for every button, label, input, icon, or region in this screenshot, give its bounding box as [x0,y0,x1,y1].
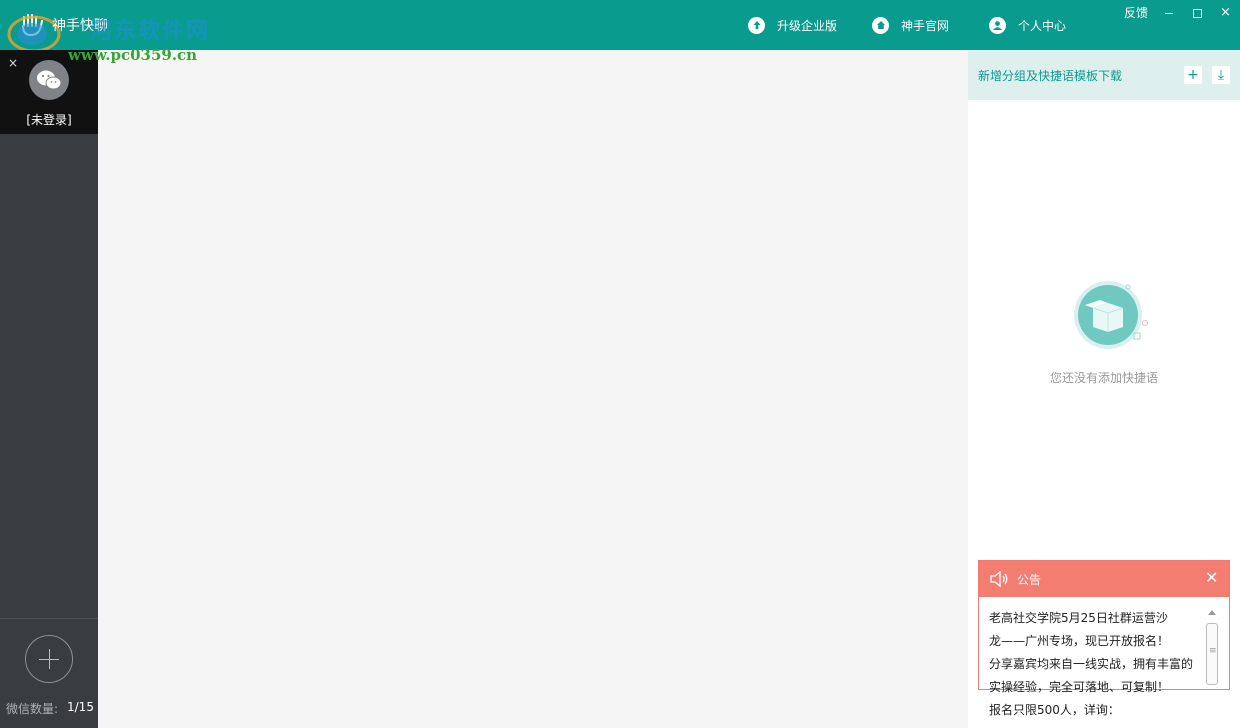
official-site-label: 神手官网 [901,18,950,33]
home-circle-icon [872,16,889,34]
sidebar-divider [0,618,98,619]
official-site-link[interactable]: 神手官网 [872,14,949,36]
account-close-button[interactable]: × [8,56,18,70]
feedback-button[interactable]: 反馈 [1124,6,1148,20]
wechat-count-value: 1/15 [67,700,94,714]
speaker-icon [990,570,1008,588]
watermark-url: www.pc0359.cn [68,46,198,64]
upgrade-enterprise-label: 升级企业版 [777,18,838,33]
template-download-link[interactable]: 新增分组及快捷语模板下载 [978,67,1122,84]
notice-line: 实操经验，完全可落地、可复制！ [989,680,1170,694]
notice-line: 报名只限500人，详询：13601964146 [989,703,1120,728]
maximize-button[interactable] [1193,9,1202,18]
arrow-up-circle-icon [748,16,765,34]
personal-center-link[interactable]: 个人中心 [989,14,1066,36]
watermark-text: 河东软件网 [90,19,211,44]
account-status-label: [未登录] [26,113,72,127]
chat-main-area [98,50,968,728]
user-circle-icon [989,16,1006,34]
wechat-avatar[interactable] [29,60,69,100]
upgrade-enterprise-link[interactable]: 升级企业版 [748,14,837,36]
minimize-button[interactable] [1163,6,1175,20]
quick-reply-header: 新增分组及快捷语模板下载 + ⤓ [968,50,1240,100]
wechat-count-label: 微信数量: [6,702,59,716]
download-template-button[interactable]: ⤓ [1212,66,1230,84]
account-sidebar: × [未登录] 微信数量: 1/15 [0,50,98,728]
add-group-button[interactable]: + [1184,66,1202,84]
notice-close-button[interactable]: ✕ [1205,570,1218,586]
notice-line: 老高社交学院5月25日社群运营沙 [989,611,1168,625]
add-account-button[interactable] [25,635,73,683]
notice-popup: 公告 ✕ 老高社交学院5月25日社群运营沙 龙——广州专场，现已开放报名！ 分享… [978,560,1230,728]
notice-line: 龙——广州专场，现已开放报名！ [989,634,1170,648]
notice-title: 公告 [1017,573,1042,587]
window-close-button[interactable]: × [1220,6,1231,20]
title-bar: 神手快聊 河东软件网 升级企业版 神手官网 个人中心 反馈 × [0,0,1240,53]
notice-header: 公告 ✕ [979,561,1229,597]
wechat-icon [37,70,62,90]
notice-body: 老高社交学院5月25日社群运营沙 龙——广州专场，现已开放报名！ 分享嘉宾均来自… [989,607,1199,728]
empty-quick-reply-text: 您还没有添加快捷语 [1049,371,1158,385]
notice-line: 分享嘉宾均来自一线实战，拥有丰富的 [989,657,1194,671]
notice-scrollbar[interactable] [1206,605,1218,689]
personal-center-label: 个人中心 [1018,18,1067,33]
empty-box-icon [1074,281,1148,349]
scroll-thumb[interactable] [1206,623,1218,685]
scroll-up-arrow-icon[interactable] [1208,610,1216,615]
